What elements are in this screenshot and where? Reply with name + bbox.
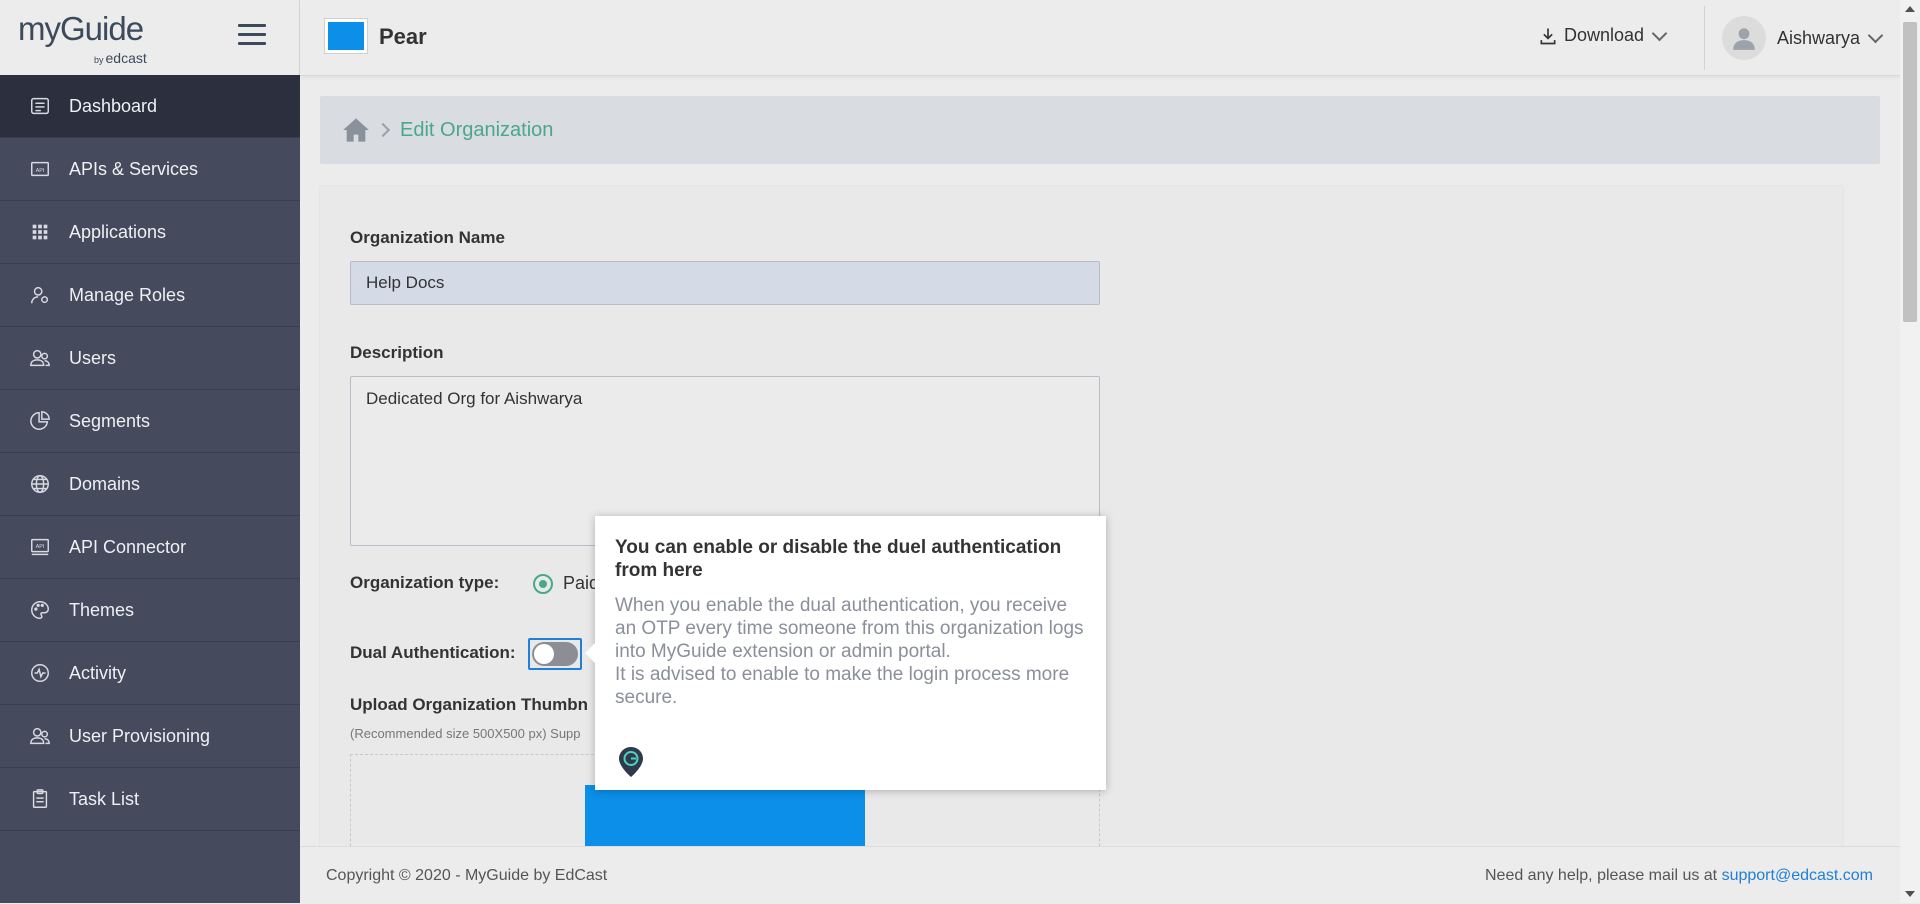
support-email-link[interactable]: support@edcast.com <box>1722 867 1873 884</box>
sidebar-item-label: Segments <box>69 410 151 431</box>
chevron-down-icon <box>1651 25 1668 41</box>
sidebar: myGuide by edcast Dashboard API APIs & Se… <box>0 0 300 903</box>
tooltip-body-line-1: When you enable the dual authentication,… <box>615 595 1084 662</box>
sidebar-item-label: API Connector <box>69 536 187 557</box>
users-icon <box>28 346 52 370</box>
upload-hint: (Recommended size 500X500 px) Supp <box>350 726 581 741</box>
sidebar-item-label: Domains <box>69 473 141 494</box>
sidebar-item-dashboard[interactable]: Dashboard <box>0 75 300 138</box>
help-text: Need any help, please mail us at support… <box>1485 867 1873 885</box>
globe-icon <box>28 472 52 496</box>
clipboard-icon <box>28 787 52 811</box>
sidebar-item-user-provisioning[interactable]: User Provisioning <box>0 705 300 768</box>
sidebar-item-label: User Provisioning <box>69 725 211 746</box>
footer: Copyright © 2020 - MyGuide by EdCast Nee… <box>300 846 1900 904</box>
palette-icon <box>28 598 52 622</box>
logo-by: by edcast <box>94 50 147 66</box>
sidebar-item-apis-services[interactable]: API APIs & Services <box>0 138 300 201</box>
top-header: Pear Download Aishwarya <box>300 0 1900 76</box>
myguide-logo[interactable]: myGuide by edcast <box>18 10 163 66</box>
sidebar-item-segments[interactable]: Segments <box>0 390 300 453</box>
breadcrumb: Edit Organization <box>320 96 1880 164</box>
breadcrumb-current: Edit Organization <box>400 118 554 141</box>
tooltip-body-line-2: It is advised to enable to make the logi… <box>615 664 1070 708</box>
download-label: Download <box>1564 25 1645 45</box>
help-text-label: Need any help, please mail us at <box>1484 867 1718 884</box>
page-scrollbar[interactable] <box>1900 0 1920 903</box>
sidebar-item-users[interactable]: Users <box>0 327 300 390</box>
scroll-thumb[interactable] <box>1903 22 1917 322</box>
copyright-text: Copyright © 2020 - MyGuide by EdCast <box>326 867 608 884</box>
api-connector-icon: API <box>28 535 52 559</box>
download-dropdown[interactable]: Download <box>1538 25 1668 46</box>
logo-text: myGuide <box>18 10 144 47</box>
home-icon[interactable] <box>342 116 370 144</box>
user-icon <box>1733 28 1755 50</box>
sidebar-item-label: Themes <box>69 599 135 620</box>
sidebar-item-task-list[interactable]: Task List <box>0 768 300 831</box>
description-label: Description <box>350 343 444 362</box>
header-divider <box>1704 6 1705 70</box>
grid-icon <box>28 220 52 244</box>
sidebar-item-domains[interactable]: Domains <box>0 453 300 516</box>
hamburger-menu-icon[interactable] <box>238 24 266 48</box>
org-name-label: Organization Name <box>350 228 505 247</box>
sidebar-item-themes[interactable]: Themes <box>0 579 300 642</box>
sidebar-item-label: APIs & Services <box>69 158 199 179</box>
org-name-input[interactable]: Help Docs <box>350 261 1100 305</box>
tooltip-body: When you enable the dual authentication,… <box>615 594 1086 709</box>
dual-auth-toggle[interactable] <box>528 638 582 670</box>
guide-tooltip: You can enable or disable the duel authe… <box>585 516 1106 790</box>
tooltip-title: You can enable or disable the duel authe… <box>615 537 1062 581</box>
sidebar-item-manage-roles[interactable]: Manage Roles <box>0 264 300 327</box>
chevron-down-icon <box>1867 27 1884 44</box>
svg-text:API: API <box>36 544 45 550</box>
toggle-switch <box>532 642 578 666</box>
upload-thumbnail-label: Upload Organization Thumbn <box>350 695 588 714</box>
pie-chart-icon <box>28 409 52 433</box>
dashboard-icon <box>28 94 52 118</box>
org-thumbnail <box>324 18 368 54</box>
activity-icon <box>28 661 52 685</box>
sidebar-item-label: Dashboard <box>69 95 158 116</box>
sidebar-item-label: Task List <box>69 788 140 809</box>
scroll-down-arrow-icon[interactable] <box>1905 891 1915 897</box>
api-icon: API <box>28 157 52 181</box>
user-name: Aishwarya <box>1777 27 1861 48</box>
sidebar-item-label: Activity <box>69 662 127 683</box>
user-menu[interactable]: Aishwarya <box>1722 16 1884 60</box>
org-type-radio-paid[interactable] <box>533 574 553 594</box>
sidebar-nav: Dashboard API APIs & Services Applicatio… <box>0 75 300 831</box>
svg-text:API: API <box>36 168 45 174</box>
org-type-label: Organization type: <box>350 573 500 592</box>
sidebar-item-activity[interactable]: Activity <box>0 642 300 705</box>
myguide-pin-icon <box>619 747 643 777</box>
sidebar-item-label: Manage Roles <box>69 284 186 305</box>
sidebar-item-applications[interactable]: Applications <box>0 201 300 264</box>
sidebar-item-label: Applications <box>69 221 167 242</box>
user-gear-icon <box>28 283 52 307</box>
avatar <box>1722 16 1766 60</box>
dual-auth-label: Dual Authentication: <box>350 643 516 662</box>
sidebar-item-label: Users <box>69 347 117 368</box>
scroll-up-arrow-icon[interactable] <box>1905 6 1915 12</box>
users-icon <box>28 724 52 748</box>
org-type-radio-label: Paid <box>563 573 600 593</box>
org-name: Pear <box>379 24 427 49</box>
chevron-right-icon <box>375 122 391 138</box>
sidebar-item-api-connector[interactable]: API API Connector <box>0 516 300 579</box>
download-icon <box>1540 28 1556 44</box>
brand-area: myGuide by edcast <box>0 0 300 75</box>
